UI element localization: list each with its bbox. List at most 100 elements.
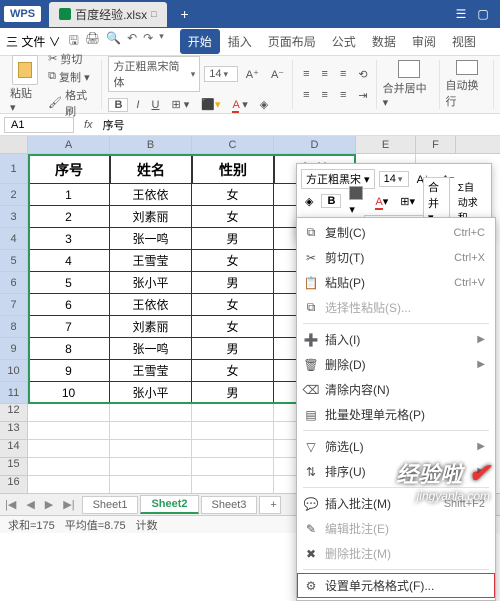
tab-page-layout[interactable]: 页面布局: [260, 29, 324, 54]
empty-cell[interactable]: [28, 404, 110, 422]
cell[interactable]: 5: [28, 272, 110, 294]
row-header[interactable]: 2: [0, 184, 28, 206]
empty-cell[interactable]: [192, 458, 274, 476]
col-header-a[interactable]: A: [28, 136, 110, 153]
row-header[interactable]: 3: [0, 206, 28, 228]
font-size-select[interactable]: 14▾: [204, 66, 238, 82]
add-sheet-button[interactable]: +: [259, 496, 281, 514]
tab-data[interactable]: 数据: [364, 29, 404, 54]
increase-font-icon[interactable]: A⁺: [242, 66, 263, 83]
cell[interactable]: 男: [192, 338, 274, 360]
paste-button[interactable]: [12, 55, 38, 85]
ctx-paste[interactable]: 📋粘贴(P)Ctrl+V: [297, 270, 495, 295]
row-header[interactable]: 8: [0, 316, 28, 338]
row-header[interactable]: 12: [0, 404, 28, 422]
sheet-nav-first[interactable]: |◀: [0, 498, 21, 511]
col-header-b[interactable]: B: [110, 136, 192, 153]
bold-button[interactable]: B: [108, 98, 128, 112]
mini-border-button[interactable]: ⊞▾: [396, 193, 419, 210]
cell[interactable]: 张小平: [110, 272, 192, 294]
orientation-icon[interactable]: ⟲: [354, 66, 371, 83]
empty-cell[interactable]: [28, 440, 110, 458]
cell[interactable]: 刘素丽: [110, 316, 192, 338]
align-center-icon[interactable]: ≡: [318, 87, 332, 103]
mini-bold-button[interactable]: B: [321, 194, 341, 208]
italic-button[interactable]: I: [132, 97, 143, 113]
fill-color-button[interactable]: ⬛▾: [197, 96, 224, 113]
empty-cell[interactable]: [110, 476, 192, 494]
format-painter-button[interactable]: 🖌格式刷: [48, 87, 97, 119]
merge-icon[interactable]: [398, 60, 420, 78]
cell[interactable]: 10: [28, 382, 110, 404]
sheet-nav-next[interactable]: ▶: [40, 498, 58, 511]
clear-format-button[interactable]: ◈: [256, 96, 272, 113]
new-tab-button[interactable]: +: [175, 6, 195, 22]
cell[interactable]: 张一鸣: [110, 228, 192, 250]
font-name-select[interactable]: 方正粗黑宋简体▾: [108, 56, 200, 92]
col-header-c[interactable]: C: [192, 136, 274, 153]
row-header-1[interactable]: 1: [0, 154, 28, 184]
sheet-nav-last[interactable]: ▶|: [58, 498, 79, 511]
tab-view[interactable]: 视图: [444, 29, 484, 54]
align-bottom-icon[interactable]: ≡: [336, 66, 350, 82]
select-all-corner[interactable]: [0, 136, 28, 153]
row-header[interactable]: 5: [0, 250, 28, 272]
underline-button[interactable]: U: [147, 97, 163, 113]
empty-cell[interactable]: [110, 404, 192, 422]
empty-cell[interactable]: [192, 404, 274, 422]
empty-cell[interactable]: [192, 422, 274, 440]
cell[interactable]: 女: [192, 206, 274, 228]
mini-clear-format-icon[interactable]: ◈: [301, 193, 317, 210]
row-header[interactable]: 13: [0, 422, 28, 440]
save-icon[interactable]: 🖫: [69, 31, 79, 52]
cell[interactable]: 6: [28, 294, 110, 316]
cell[interactable]: 男: [192, 272, 274, 294]
align-right-icon[interactable]: ≡: [336, 87, 350, 103]
tab-formula[interactable]: 公式: [324, 29, 364, 54]
tab-insert[interactable]: 插入: [220, 29, 260, 54]
empty-cell[interactable]: [110, 422, 192, 440]
mini-font-color-button[interactable]: A▾: [371, 193, 392, 210]
preview-icon[interactable]: 🔍: [106, 31, 121, 52]
ctx-filter[interactable]: ▽筛选(L)▶: [297, 434, 495, 459]
ctx-copy[interactable]: ⧉复制(C)Ctrl+C: [297, 220, 495, 245]
align-middle-icon[interactable]: ≡: [318, 66, 332, 82]
cell[interactable]: 9: [28, 360, 110, 382]
col-header-f[interactable]: F: [416, 136, 456, 153]
row-header[interactable]: 15: [0, 458, 28, 476]
sheet-tab-3[interactable]: Sheet3: [201, 496, 258, 514]
header-cell[interactable]: 姓名: [110, 154, 192, 184]
cell[interactable]: 王依依: [110, 294, 192, 316]
cell[interactable]: 2: [28, 206, 110, 228]
cell[interactable]: 4: [28, 250, 110, 272]
ctx-clear[interactable]: ⌫清除内容(N): [297, 377, 495, 402]
ctx-insert[interactable]: ➕插入(I)▶: [297, 327, 495, 352]
align-top-icon[interactable]: ≡: [299, 66, 313, 82]
row-header[interactable]: 4: [0, 228, 28, 250]
indent-icon[interactable]: ⇥: [354, 87, 371, 104]
cell[interactable]: 女: [192, 294, 274, 316]
header-cell[interactable]: 性别: [192, 154, 274, 184]
document-tab[interactable]: 百度经验.xlsx □: [49, 2, 166, 27]
row-header[interactable]: 10: [0, 360, 28, 382]
ctx-delete[interactable]: 🗑删除(D)▶: [297, 352, 495, 377]
qat-more-icon[interactable]: ▾: [159, 31, 164, 52]
empty-cell[interactable]: [192, 476, 274, 494]
print-icon[interactable]: 🖨: [85, 31, 100, 52]
border-button[interactable]: ⊞ ▾: [167, 96, 193, 113]
cell[interactable]: 3: [28, 228, 110, 250]
empty-cell[interactable]: [192, 440, 274, 458]
col-header-d[interactable]: D: [274, 136, 356, 153]
undo-icon[interactable]: ↶: [127, 31, 137, 52]
font-color-button[interactable]: A ▾: [228, 96, 251, 113]
fx-icon[interactable]: fx: [78, 119, 99, 131]
ctx-cut[interactable]: ✂剪切(T)Ctrl+X: [297, 245, 495, 270]
cell[interactable]: 1: [28, 184, 110, 206]
ctx-format-cells[interactable]: ⚙设置单元格格式(F)...: [297, 573, 495, 598]
empty-cell[interactable]: [110, 440, 192, 458]
ctx-batch[interactable]: ▤批量处理单元格(P): [297, 402, 495, 427]
cell[interactable]: 刘素丽: [110, 206, 192, 228]
row-header[interactable]: 6: [0, 272, 28, 294]
cell[interactable]: 7: [28, 316, 110, 338]
mini-fill-color-button[interactable]: ▾: [345, 184, 367, 218]
